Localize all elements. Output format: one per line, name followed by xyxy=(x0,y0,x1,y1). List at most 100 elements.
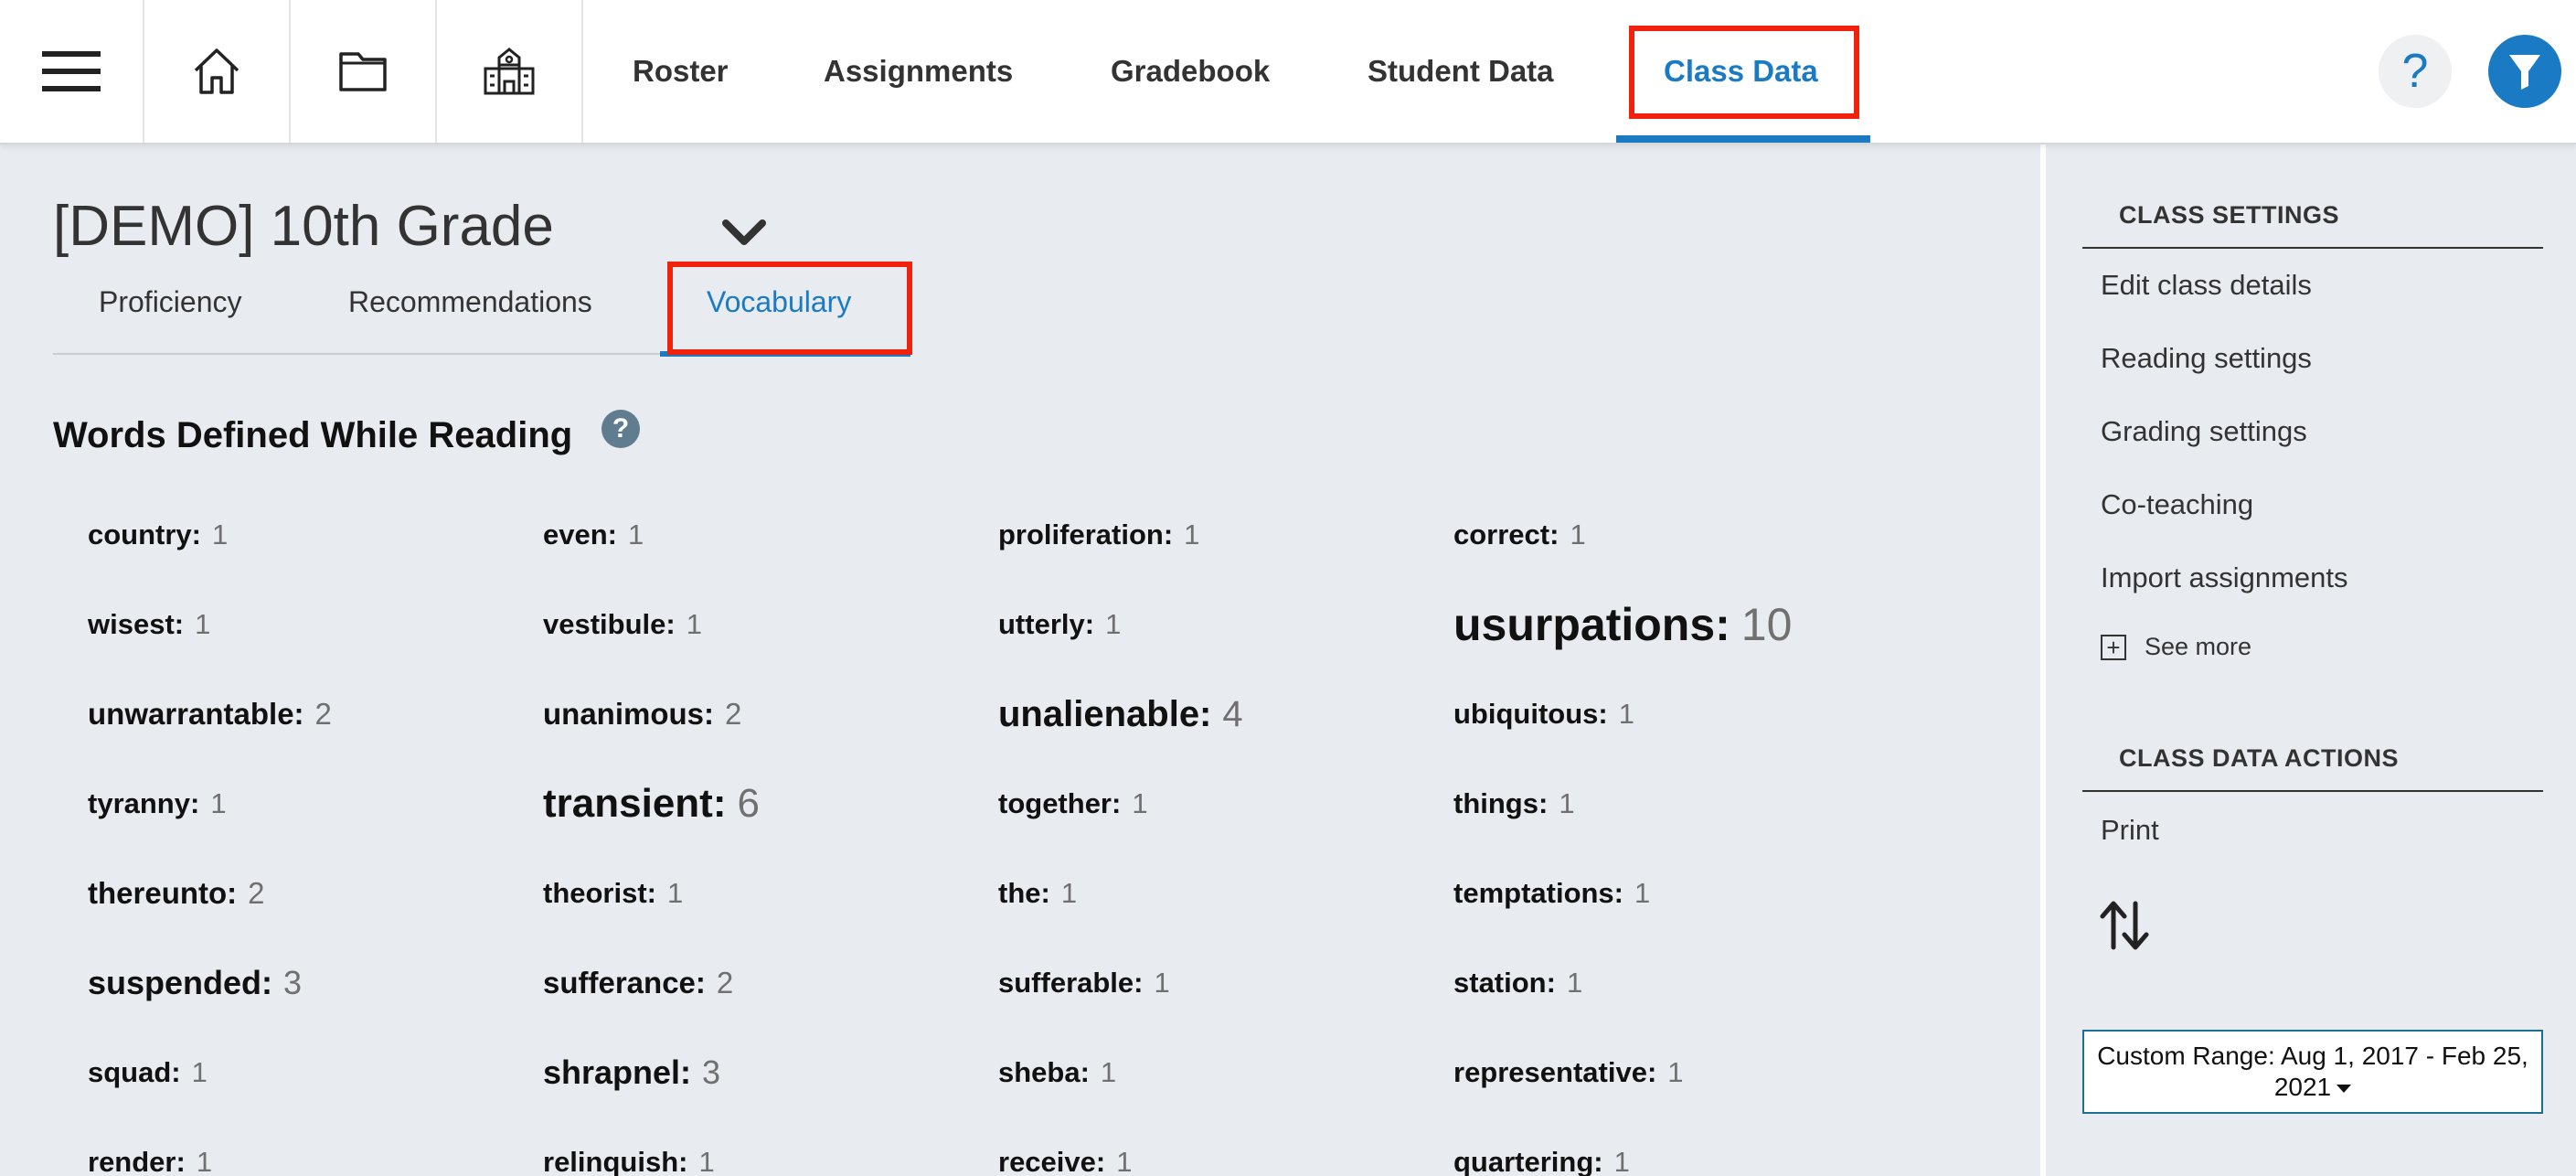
class-sidebar: CLASS SETTINGS Edit class details Readin… xyxy=(2046,144,2576,1176)
nav-class-data[interactable]: Class Data xyxy=(1664,0,1818,143)
word-label: together: xyxy=(998,787,1122,819)
help-button[interactable]: ? xyxy=(2379,35,2452,108)
word-count: 1 xyxy=(196,1146,213,1176)
word-item: squad: 1 xyxy=(88,1028,543,1117)
top-navigation: Roster Assignments Gradebook Student Dat… xyxy=(0,0,2576,144)
school-button[interactable] xyxy=(437,0,583,143)
word-label: transient: xyxy=(543,781,727,826)
word-item: sufferable: 1 xyxy=(998,938,1453,1028)
word-item: relinquish: 1 xyxy=(543,1117,998,1176)
word-item: utterly: 1 xyxy=(998,580,1453,669)
word-label: temptations: xyxy=(1453,877,1623,909)
word-item: ubiquitous: 1 xyxy=(1453,669,1909,759)
word-label: usurpations: xyxy=(1453,599,1730,650)
word-item: render: 1 xyxy=(88,1117,543,1176)
settings-divider xyxy=(2082,247,2543,249)
library-button[interactable] xyxy=(291,0,437,143)
school-icon xyxy=(484,48,535,95)
word-label: unwarrantable: xyxy=(88,697,304,731)
word-count: 1 xyxy=(195,608,211,640)
word-count: 1 xyxy=(1634,877,1651,909)
word-list: country: 1 even: 1 proliferation: 1 correct: 1 w… xyxy=(88,490,1916,1176)
word-item: proliferation: 1 xyxy=(998,490,1453,580)
menu-icon xyxy=(42,51,101,91)
word-count: 1 xyxy=(191,1056,208,1088)
word-item: unalienable: 4 xyxy=(998,669,1453,759)
word-item: shrapnel: 3 xyxy=(543,1028,998,1117)
nav-gradebook[interactable]: Gradebook xyxy=(1111,0,1270,143)
menu-button[interactable] xyxy=(0,0,144,143)
section-title: Words Defined While Reading xyxy=(53,415,573,455)
date-range-label: Custom Range: Aug 1, 2017 - Feb 25, 2021 xyxy=(2097,1042,2528,1101)
word-item: transient: 6 xyxy=(543,759,998,849)
word-count: 10 xyxy=(1740,599,1793,650)
caret-down-icon xyxy=(2336,1085,2352,1094)
actions-divider xyxy=(2082,790,2543,792)
tab-vocabulary[interactable]: Vocabulary xyxy=(707,285,851,319)
word-item: together: 1 xyxy=(998,759,1453,849)
date-range-selector[interactable]: Custom Range: Aug 1, 2017 - Feb 25, 2021 xyxy=(2082,1030,2543,1114)
see-more-label: See more xyxy=(2145,633,2252,660)
word-count: 1 xyxy=(1618,698,1634,730)
word-count: 1 xyxy=(1566,967,1583,999)
reading-settings-link[interactable]: Reading settings xyxy=(2101,342,2312,375)
chevron-down-icon[interactable] xyxy=(720,214,768,251)
word-label: thereunto: xyxy=(88,876,238,910)
nav-assignments[interactable]: Assignments xyxy=(824,0,1013,143)
word-label: suspended: xyxy=(88,964,273,1001)
word-count: 1 xyxy=(1613,1146,1630,1176)
word-label: even: xyxy=(543,519,617,551)
word-item: usurpations: 10 xyxy=(1453,580,1909,669)
word-label: sufferance: xyxy=(543,966,706,1000)
word-item: correct: 1 xyxy=(1453,490,1909,580)
home-button[interactable] xyxy=(144,0,291,143)
word-count: 4 xyxy=(1222,693,1243,734)
word-count: 1 xyxy=(1667,1056,1684,1088)
word-count: 6 xyxy=(737,781,760,826)
word-count: 1 xyxy=(1116,1146,1133,1176)
word-label: the: xyxy=(998,877,1050,909)
word-count: 1 xyxy=(210,787,227,819)
word-label: vestibule: xyxy=(543,608,676,640)
filter-button[interactable] xyxy=(2488,35,2561,108)
word-item: wisest: 1 xyxy=(88,580,543,669)
word-label: render: xyxy=(88,1146,186,1176)
word-label: shrapnel: xyxy=(543,1053,692,1091)
word-label: country: xyxy=(88,519,201,551)
class-title: [DEMO] 10th Grade xyxy=(53,195,554,258)
word-label: theorist: xyxy=(543,877,656,909)
word-item: quartering: 1 xyxy=(1453,1117,1909,1176)
word-count: 3 xyxy=(283,964,303,1001)
word-label: unalienable: xyxy=(998,693,1212,734)
active-tab-indicator xyxy=(1616,135,1870,143)
print-link[interactable]: Print xyxy=(2101,814,2159,847)
nav-roster[interactable]: Roster xyxy=(633,0,729,143)
word-label: wisest: xyxy=(88,608,185,640)
word-count: 2 xyxy=(725,697,742,731)
see-more-button[interactable]: + See more xyxy=(2101,633,2251,661)
word-count: 1 xyxy=(627,519,644,551)
word-count: 2 xyxy=(314,697,332,731)
help-icon[interactable]: ? xyxy=(601,410,640,448)
word-item: things: 1 xyxy=(1453,759,1909,849)
grading-settings-link[interactable]: Grading settings xyxy=(2101,415,2307,448)
word-label: representative: xyxy=(1453,1056,1657,1088)
tab-proficiency[interactable]: Proficiency xyxy=(99,285,242,319)
folder-icon xyxy=(339,52,387,91)
word-item: sufferance: 2 xyxy=(543,938,998,1028)
word-item: even: 1 xyxy=(543,490,998,580)
word-label: relinquish: xyxy=(543,1146,688,1176)
class-data-actions-heading: CLASS DATA ACTIONS xyxy=(2119,744,2399,772)
word-label: sheba: xyxy=(998,1056,1090,1088)
co-teaching-link[interactable]: Co-teaching xyxy=(2101,488,2253,521)
nav-student-data[interactable]: Student Data xyxy=(1368,0,1554,143)
sort-arrows-icon[interactable] xyxy=(2097,898,2152,953)
word-count: 1 xyxy=(1570,519,1586,551)
edit-class-details-link[interactable]: Edit class details xyxy=(2101,269,2312,302)
word-label: tyranny: xyxy=(88,787,200,819)
filter-icon xyxy=(2509,55,2540,90)
tab-recommendations[interactable]: Recommendations xyxy=(348,285,592,319)
active-subtab-indicator xyxy=(660,351,910,357)
import-assignments-link[interactable]: Import assignments xyxy=(2101,561,2348,594)
word-label: things: xyxy=(1453,787,1549,819)
